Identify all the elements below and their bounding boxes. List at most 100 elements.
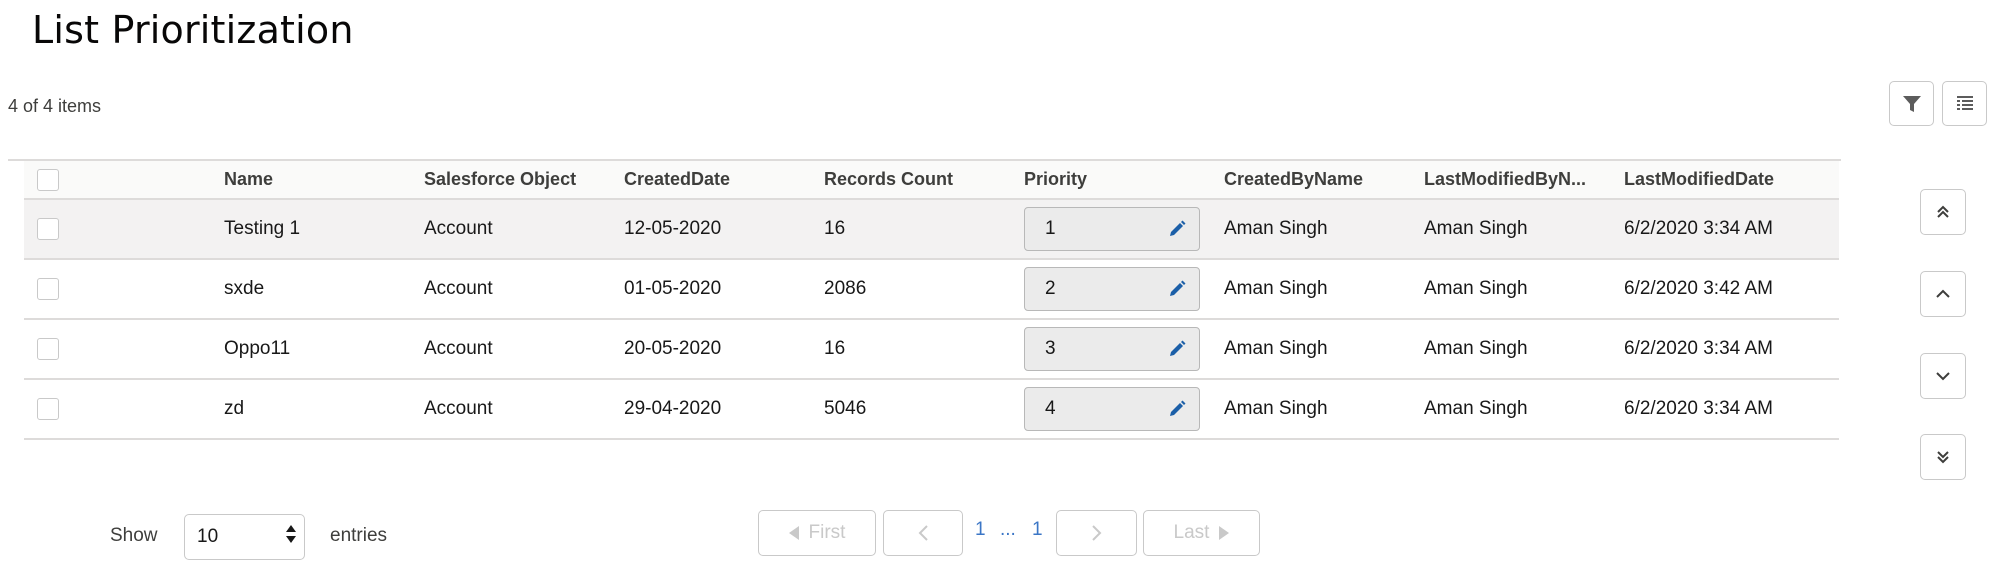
move-to-top-button[interactable]: [1920, 189, 1966, 235]
page-ellipsis: ...: [1000, 519, 1016, 540]
last-modified-date-cell: 6/2/2020 3:34 AM: [1624, 379, 1839, 440]
caret-up-icon[interactable]: [286, 525, 296, 532]
table-row[interactable]: Testing 1 Account 12-05-2020 16 1 Aman S…: [24, 199, 1839, 260]
filter-button[interactable]: [1889, 81, 1934, 126]
name-cell: Testing 1: [224, 199, 424, 260]
select-all-checkbox[interactable]: [37, 168, 59, 191]
records-count-cell: 16: [824, 319, 1024, 380]
select-all-header: [24, 161, 224, 200]
last-page-number[interactable]: 1: [1032, 519, 1043, 541]
row-checkbox[interactable]: [37, 397, 59, 420]
current-page-number[interactable]: 1: [975, 519, 986, 541]
caret-down-icon[interactable]: [286, 536, 296, 543]
created-date-cell: 29-04-2020: [624, 379, 824, 440]
last-label: Last: [1173, 522, 1210, 543]
priority-value: 1: [1045, 218, 1056, 239]
priority-cell: 3: [1024, 319, 1224, 380]
row-select-cell: [24, 259, 224, 320]
table-row[interactable]: zd Account 29-04-2020 5046 4 Aman Singh …: [24, 379, 1839, 440]
records-count-cell: 16: [824, 199, 1024, 260]
first-label: First: [808, 522, 846, 543]
row-checkbox[interactable]: [37, 337, 59, 360]
object-cell: Account: [424, 319, 624, 380]
double-chevron-down-icon: [1937, 451, 1949, 464]
pencil-icon[interactable]: [1167, 279, 1187, 299]
column-header-name[interactable]: Name: [224, 161, 424, 200]
priority-value: 3: [1045, 338, 1056, 359]
created-by-cell: Aman Singh: [1224, 199, 1424, 260]
entries-label: entries: [330, 525, 388, 546]
caret-right-icon: [1219, 526, 1230, 540]
object-cell: Account: [424, 199, 624, 260]
last-modified-by-cell: Aman Singh: [1424, 319, 1624, 380]
column-header-created-by-name[interactable]: CreatedByName: [1224, 161, 1424, 200]
table-row[interactable]: Oppo11 Account 20-05-2020 16 3 Aman Sing…: [24, 319, 1839, 380]
data-table: Name Salesforce Object CreatedDate Recor…: [8, 159, 1841, 440]
name-cell: Oppo11: [224, 319, 424, 380]
column-header-created-date[interactable]: CreatedDate: [624, 161, 824, 200]
chevron-left-icon: [918, 525, 928, 541]
last-modified-by-cell: Aman Singh: [1424, 199, 1624, 260]
object-cell: Account: [424, 259, 624, 320]
show-label: Show: [110, 525, 158, 546]
column-header-last-modified-by[interactable]: LastModifiedByN...: [1424, 161, 1624, 200]
created-by-cell: Aman Singh: [1224, 259, 1424, 320]
records-count-cell: 2086: [824, 259, 1024, 320]
spinner-controls[interactable]: [286, 525, 296, 543]
last-page-button[interactable]: Last: [1143, 510, 1260, 556]
created-by-cell: Aman Singh: [1224, 319, 1424, 380]
created-date-cell: 20-05-2020: [624, 319, 824, 380]
table-header-row: Name Salesforce Object CreatedDate Recor…: [24, 161, 1839, 200]
pencil-icon[interactable]: [1167, 339, 1187, 359]
table-row[interactable]: sxde Account 01-05-2020 2086 2 Aman Sing…: [24, 259, 1839, 320]
created-date-cell: 01-05-2020: [624, 259, 824, 320]
move-down-button[interactable]: [1920, 353, 1966, 399]
priority-cell: 2: [1024, 259, 1224, 320]
caret-left-icon: [788, 526, 799, 540]
item-count: 4 of 4 items: [8, 96, 102, 116]
column-header-salesforce-object[interactable]: Salesforce Object: [424, 161, 624, 200]
chevron-right-icon: [1091, 525, 1101, 541]
row-checkbox[interactable]: [37, 277, 59, 300]
last-modified-by-cell: Aman Singh: [1424, 259, 1624, 320]
priority-edit-field[interactable]: 3: [1024, 327, 1200, 371]
name-cell: sxde: [224, 259, 424, 320]
double-chevron-up-icon: [1937, 205, 1949, 218]
column-header-priority[interactable]: Priority: [1024, 161, 1224, 200]
name-cell: zd: [224, 379, 424, 440]
move-up-button[interactable]: [1920, 271, 1966, 317]
pencil-icon[interactable]: [1167, 399, 1187, 419]
page-size-input[interactable]: 10: [184, 514, 305, 560]
column-header-last-modified-date[interactable]: LastModifiedDate: [1624, 161, 1839, 200]
created-date-cell: 12-05-2020: [624, 199, 824, 260]
records-count-cell: 5046: [824, 379, 1024, 440]
created-by-cell: Aman Singh: [1224, 379, 1424, 440]
column-list-icon: [1956, 95, 1973, 110]
priority-edit-field[interactable]: 1: [1024, 207, 1200, 251]
pencil-icon[interactable]: [1167, 219, 1187, 239]
move-to-bottom-button[interactable]: [1920, 434, 1966, 480]
page-title: List Prioritization: [32, 8, 354, 52]
priority-cell: 4: [1024, 379, 1224, 440]
last-modified-date-cell: 6/2/2020 3:34 AM: [1624, 319, 1839, 380]
previous-page-button[interactable]: [883, 510, 963, 556]
row-checkbox[interactable]: [37, 217, 59, 240]
last-modified-date-cell: 6/2/2020 3:34 AM: [1624, 199, 1839, 260]
column-header-records-count[interactable]: Records Count: [824, 161, 1024, 200]
first-page-button[interactable]: First: [758, 510, 876, 556]
page-size-value: 10: [197, 526, 219, 547]
row-select-cell: [24, 319, 224, 380]
next-page-button[interactable]: [1056, 510, 1137, 556]
priority-edit-field[interactable]: 2: [1024, 267, 1200, 311]
chevron-up-icon: [1936, 289, 1950, 298]
chevron-down-icon: [1936, 372, 1950, 381]
priority-value: 2: [1045, 278, 1056, 299]
filter-icon: [1902, 95, 1921, 112]
last-modified-by-cell: Aman Singh: [1424, 379, 1624, 440]
priority-value: 4: [1045, 398, 1056, 419]
row-select-cell: [24, 379, 224, 440]
priority-edit-field[interactable]: 4: [1024, 387, 1200, 431]
columns-button[interactable]: [1942, 81, 1987, 126]
row-select-cell: [24, 199, 224, 260]
last-modified-date-cell: 6/2/2020 3:42 AM: [1624, 259, 1839, 320]
